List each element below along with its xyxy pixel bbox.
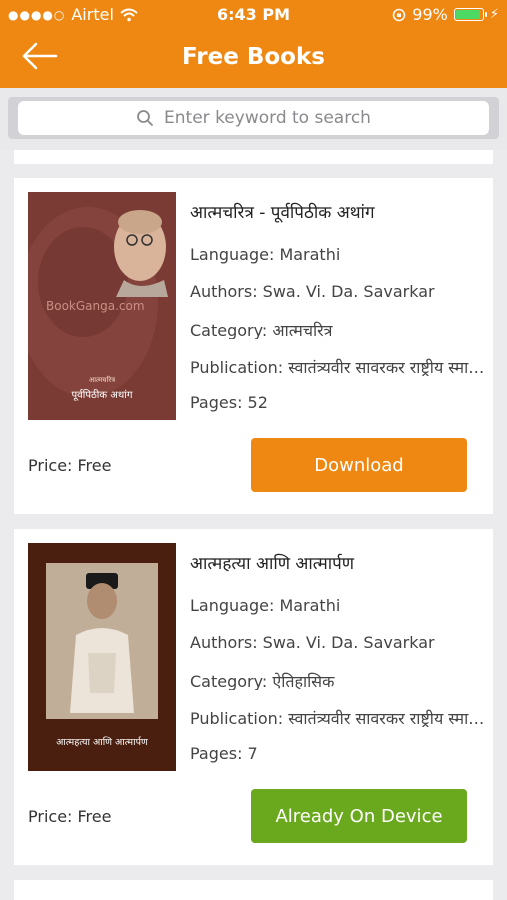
search-icon	[137, 110, 153, 126]
search-placeholder: Enter keyword to search	[164, 108, 371, 128]
app-header: ●●●●○ Airtel 6:43 PM 99% ⚡ Free Books	[0, 0, 507, 88]
cover-title: आत्महत्या आणि आत्मार्पण	[56, 736, 148, 748]
search-bar: Enter keyword to search	[0, 88, 507, 150]
book-pages: Pages: 52	[190, 393, 268, 412]
book-card[interactable]: BookGanga.com आत्मचरित्र पूर्वपिठीक अथां…	[14, 178, 493, 514]
search-input[interactable]: Enter keyword to search	[18, 101, 489, 135]
already-on-device-button[interactable]: Already On Device	[251, 789, 467, 843]
book-price: Price: Free	[28, 456, 112, 475]
book-cover-image: आत्महत्या आणि आत्मार्पण	[28, 543, 176, 771]
book-pages: Pages: 7	[190, 744, 258, 763]
book-title: आत्महत्या आणि आत्मार्पण	[190, 554, 355, 574]
battery-percent: 99%	[412, 5, 448, 24]
book-card[interactable]: आत्महत्या आणि आत्मार्पण आत्महत्या आणि आत…	[14, 529, 493, 865]
book-price: Price: Free	[28, 807, 112, 826]
book-info: आत्मचरित्र - पूर्वपिठीक अथांग Language: …	[190, 200, 485, 430]
book-title: आत्मचरित्र - पूर्वपिठीक अथांग	[190, 203, 375, 223]
book-authors: Authors: Swa. Vi. Da. Savarkar	[190, 282, 435, 301]
battery-icon	[453, 8, 487, 21]
cover-watermark: BookGanga.com	[46, 299, 145, 313]
book-publication: Publication: स्वातंत्र्यवीर सावरकर राष्ट…	[190, 358, 485, 376]
status-bar: ●●●●○ Airtel 6:43 PM 99% ⚡	[0, 0, 507, 30]
book-language: Language: Marathi	[190, 596, 341, 615]
book-cover-image: BookGanga.com आत्मचरित्र पूर्वपिठीक अथां…	[28, 192, 176, 420]
download-button[interactable]: Download	[251, 438, 467, 492]
cover-title: पूर्वपिठीक अथांग	[71, 389, 132, 401]
next-card-edge	[14, 880, 493, 900]
book-language: Language: Marathi	[190, 245, 341, 264]
book-authors: Authors: Swa. Vi. Da. Savarkar	[190, 633, 435, 652]
book-category: Category: ऐतिहासिक	[190, 672, 335, 690]
page-title: Free Books	[182, 44, 325, 70]
orientation-lock-icon	[393, 8, 406, 21]
book-category: Category: आत्मचरित्र	[190, 321, 333, 339]
charging-bolt-icon: ⚡	[489, 7, 499, 22]
previous-card-edge	[14, 150, 493, 164]
cover-subtitle: आत्मचरित्र	[89, 375, 115, 384]
book-info: आत्महत्या आणि आत्मार्पण Language: Marath…	[190, 551, 485, 781]
book-publication: Publication: स्वातंत्र्यवीर सावरकर राष्ट…	[190, 709, 485, 727]
